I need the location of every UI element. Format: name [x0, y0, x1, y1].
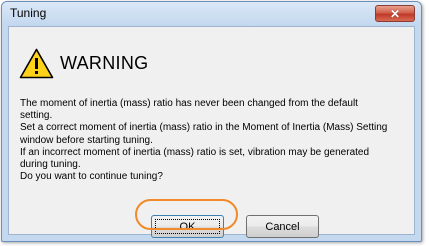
warning-message: The moment of inertia (mass) ratio has n…	[20, 98, 415, 183]
window-title: Tuning	[10, 6, 47, 20]
message-line: Do you want to continue tuning?	[20, 171, 163, 183]
message-line: during tuning.	[20, 159, 81, 171]
ok-button[interactable]: OK	[151, 215, 224, 238]
message-line: If an incorrect moment of inertia (mass)…	[20, 146, 370, 158]
warning-heading: WARNING	[60, 52, 149, 73]
close-button[interactable]: ✕	[375, 5, 415, 22]
message-line: The moment of inertia (mass) ratio has n…	[20, 98, 358, 109]
focus-rectangle	[155, 219, 220, 234]
message-line: Set a correct moment of inertia (mass) r…	[20, 122, 388, 134]
title-bar[interactable]: Tuning ✕	[2, 2, 421, 26]
dialog-body: WARNING The moment of inertia (mass) rat…	[8, 26, 415, 238]
message-line: setting.	[20, 110, 53, 122]
cancel-button-label: Cancel	[265, 220, 300, 233]
warning-triangle-icon	[19, 48, 54, 78]
cancel-button[interactable]: Cancel	[246, 215, 319, 238]
tuning-dialog-window: Tuning ✕ WARNING The moment of inertia (…	[1, 1, 422, 242]
message-line: window before starting tuning.	[20, 134, 153, 146]
close-icon: ✕	[389, 6, 401, 21]
warning-header: WARNING	[19, 46, 148, 80]
